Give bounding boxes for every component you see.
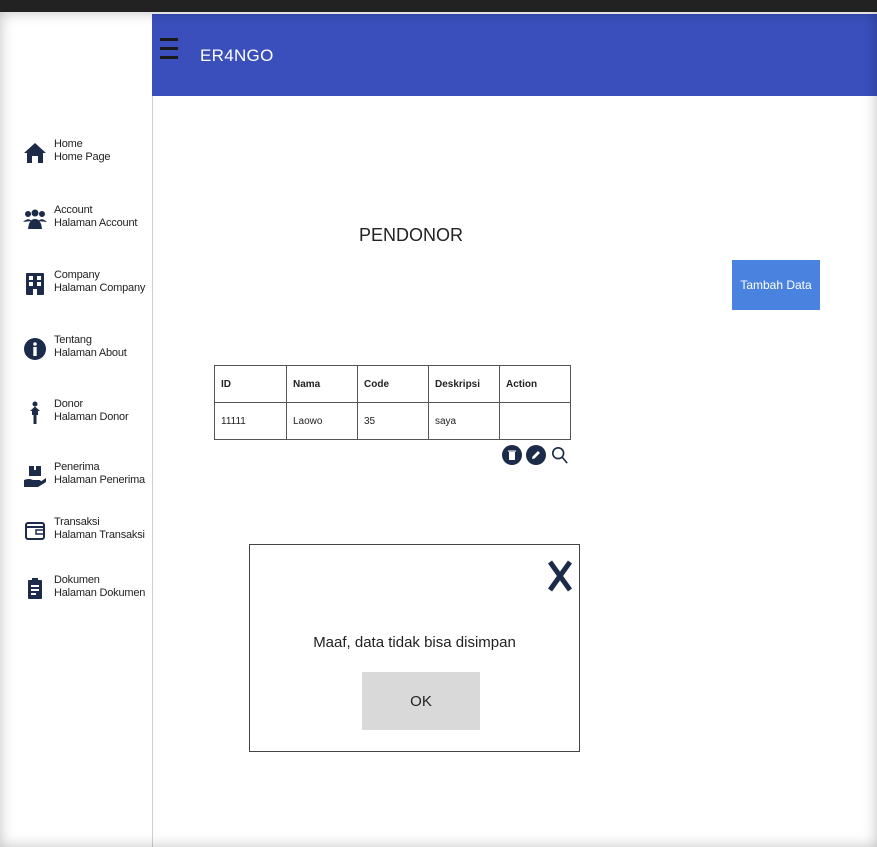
- wallet-icon: [20, 516, 50, 546]
- sidebar-item-subtitle: Halaman Transaksi: [54, 529, 145, 541]
- sidebar-item-title: Penerima: [54, 461, 100, 473]
- search-icon[interactable]: [550, 444, 570, 466]
- dialog-message: Maaf, data tidak bisa disimpan: [313, 634, 516, 651]
- sidebar-item-title: Transaksi: [54, 516, 100, 528]
- sidebar-item-dokumen[interactable]: Dokumen Halaman Dokumen: [10, 574, 152, 620]
- ok-button[interactable]: OK: [362, 672, 480, 730]
- hand-box-icon: [20, 461, 50, 491]
- home-icon: [20, 138, 50, 168]
- person-up-icon: [20, 398, 50, 428]
- column-header-deskripsi: Deskripsi: [428, 365, 500, 403]
- sidebar-item-donor[interactable]: Donor Halaman Donor: [10, 398, 152, 444]
- sidebar-item-title: Account: [54, 204, 93, 216]
- sidebar-item-account[interactable]: Account Halaman Account: [10, 204, 152, 250]
- building-icon: [20, 269, 50, 299]
- cell-nama: Laowo: [286, 402, 358, 440]
- sidebar-item-subtitle: Halaman Dokumen: [54, 587, 146, 599]
- cell-id: 11111: [214, 402, 287, 440]
- document-icon: [20, 574, 50, 604]
- info-icon: [20, 334, 50, 364]
- table-header-row: ID Nama Code Deskripsi Action: [214, 365, 571, 403]
- data-table: ID Nama Code Deskripsi Action 11111 Laow…: [214, 365, 571, 440]
- edit-icon[interactable]: [526, 445, 546, 465]
- sidebar-item-title: Dokumen: [54, 574, 100, 586]
- sidebar-item-company[interactable]: Company Halaman Company: [10, 269, 152, 315]
- error-dialog: Maaf, data tidak bisa disimpan OK: [249, 544, 580, 752]
- sidebar-item-subtitle: Halaman Account: [54, 217, 138, 229]
- users-icon: [20, 204, 50, 234]
- cell-action: [499, 402, 571, 440]
- sidebar-item-home[interactable]: Home Home Page: [10, 138, 152, 184]
- sidebar-item-tentang[interactable]: Tentang Halaman About: [10, 334, 152, 380]
- page-title: PENDONOR: [359, 225, 464, 245]
- cell-code: 35: [357, 402, 429, 440]
- delete-icon[interactable]: [502, 445, 522, 465]
- column-header-code: Code: [357, 365, 429, 403]
- sidebar-item-subtitle: Halaman About: [54, 347, 127, 359]
- add-data-button[interactable]: Tambah Data: [732, 260, 820, 310]
- sidebar-item-subtitle: Halaman Penerima: [54, 474, 145, 486]
- sidebar-item-penerima[interactable]: Penerima Halaman Penerima: [10, 461, 152, 507]
- top-border: [0, 0, 877, 12]
- app-header: ER4NGO: [152, 14, 877, 96]
- hamburger-icon[interactable]: [160, 38, 178, 60]
- close-icon[interactable]: [547, 559, 573, 593]
- app-title: ER4NGO: [200, 46, 274, 65]
- sidebar-item-transaksi[interactable]: Transaksi Halaman Transaksi: [10, 516, 152, 562]
- sidebar-item-title: Donor: [54, 398, 83, 410]
- column-header-action: Action: [499, 365, 571, 403]
- table-row: 11111 Laowo 35 saya: [214, 402, 571, 440]
- cell-deskripsi: saya: [428, 402, 500, 440]
- column-header-id: ID: [214, 365, 287, 403]
- sidebar-item-title: Company: [54, 269, 100, 281]
- column-header-nama: Nama: [286, 365, 358, 403]
- sidebar-item-title: Home: [54, 138, 83, 150]
- sidebar-item-subtitle: Home Page: [54, 151, 111, 163]
- sidebar-item-title: Tentang: [54, 334, 92, 346]
- row-actions: [502, 444, 570, 466]
- sidebar-item-subtitle: Halaman Donor: [54, 411, 129, 423]
- sidebar: Home Home Page Account Halaman Account Com…: [10, 14, 153, 847]
- sidebar-item-subtitle: Halaman Company: [54, 282, 146, 294]
